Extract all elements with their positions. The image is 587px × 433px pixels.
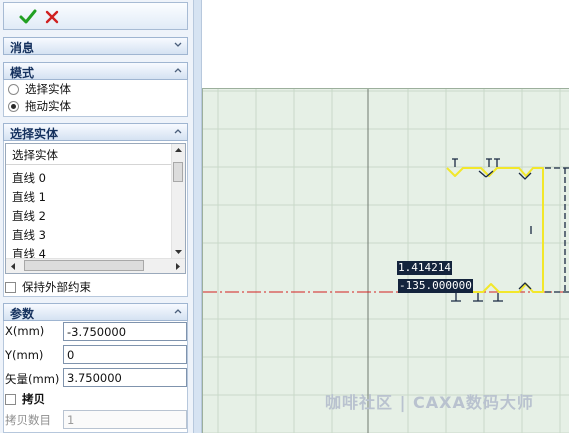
- keep-external-checkbox[interactable]: [5, 282, 16, 293]
- chevron-up-icon: [174, 309, 182, 314]
- scroll-up-arrow-icon[interactable]: [174, 146, 183, 154]
- y-input[interactable]: 0: [63, 345, 187, 364]
- radio-button[interactable]: [8, 83, 19, 95]
- property-panel: 消息 模式 选择实体 拖动实体 选择实体 选择实体 直线 0 直线 1 直线 2: [0, 0, 193, 433]
- entity-list-header: 选择实体: [6, 144, 171, 165]
- x-input[interactable]: -3.750000: [63, 322, 187, 341]
- list-item[interactable]: 直线 0: [12, 170, 46, 186]
- mode-option-label: 选择实体: [25, 82, 71, 96]
- x-label: X(mm): [5, 324, 45, 338]
- mode-option-select[interactable]: 选择实体: [8, 81, 71, 97]
- chevron-down-icon: [174, 42, 182, 47]
- message-section-header[interactable]: 消息: [3, 37, 188, 55]
- vector-label: 矢量(mm): [5, 372, 60, 386]
- message-section-title: 消息: [10, 41, 35, 55]
- watermark: 咖啡社区 | CAXA数码大师: [325, 393, 534, 412]
- select-entity-section-title: 选择实体: [10, 127, 59, 141]
- copy-row[interactable]: 拷贝: [5, 391, 45, 407]
- list-item[interactable]: 直线 3: [12, 227, 46, 243]
- keep-external-constraint-row[interactable]: 保持外部约束: [5, 279, 91, 295]
- list-item[interactable]: 直线 1: [12, 189, 46, 205]
- grid: [203, 89, 569, 433]
- copy-checkbox[interactable]: [5, 394, 16, 405]
- select-entity-section-header[interactable]: 选择实体: [3, 123, 188, 141]
- checkmark-icon[interactable]: [18, 7, 38, 27]
- entity-list[interactable]: 选择实体 直线 0 直线 1 直线 2 直线 3 直线 4: [5, 143, 186, 274]
- radio-button-selected[interactable]: [8, 100, 19, 112]
- scroll-right-arrow-icon[interactable]: [175, 262, 182, 271]
- copy-label: 拷贝: [22, 392, 45, 406]
- mode-section-title: 模式: [10, 66, 35, 80]
- drawing-canvas[interactable]: [202, 88, 569, 433]
- params-section-title: 参数: [10, 307, 35, 321]
- scroll-left-arrow-icon[interactable]: [9, 262, 16, 271]
- scrollbar-thumb[interactable]: [24, 260, 144, 271]
- dimension-value-label-2: -135.000000: [398, 279, 473, 293]
- panel-toolbar: [3, 2, 188, 30]
- chevron-up-icon: [174, 129, 182, 134]
- params-section-header[interactable]: 参数: [3, 303, 188, 321]
- copy-count-label: 拷贝数目: [5, 413, 51, 427]
- chevron-up-icon: [174, 68, 182, 73]
- scroll-down-arrow-icon[interactable]: [174, 248, 183, 256]
- scrollbar-thumb[interactable]: [173, 162, 183, 182]
- yellow-profile: [446, 167, 544, 293]
- vector-input[interactable]: 3.750000: [63, 368, 187, 387]
- mode-section-header[interactable]: 模式: [3, 62, 188, 80]
- y-label: Y(mm): [5, 348, 44, 362]
- vertical-scrollbar[interactable]: [171, 144, 185, 258]
- panel-splitter[interactable]: [193, 0, 202, 433]
- copy-count-input[interactable]: 1: [63, 410, 187, 429]
- keep-external-label: 保持外部约束: [22, 280, 91, 294]
- mode-section-body: 选择实体 拖动实体: [3, 80, 188, 117]
- list-item[interactable]: 直线 2: [12, 208, 46, 224]
- drawing-svg: [203, 89, 569, 433]
- mode-option-drag[interactable]: 拖动实体: [8, 98, 71, 114]
- close-icon[interactable]: [42, 7, 62, 27]
- dimension-value-label-1: 1.414214: [397, 261, 452, 275]
- horizontal-scrollbar[interactable]: [6, 258, 185, 273]
- mode-option-label: 拖动实体: [25, 99, 71, 113]
